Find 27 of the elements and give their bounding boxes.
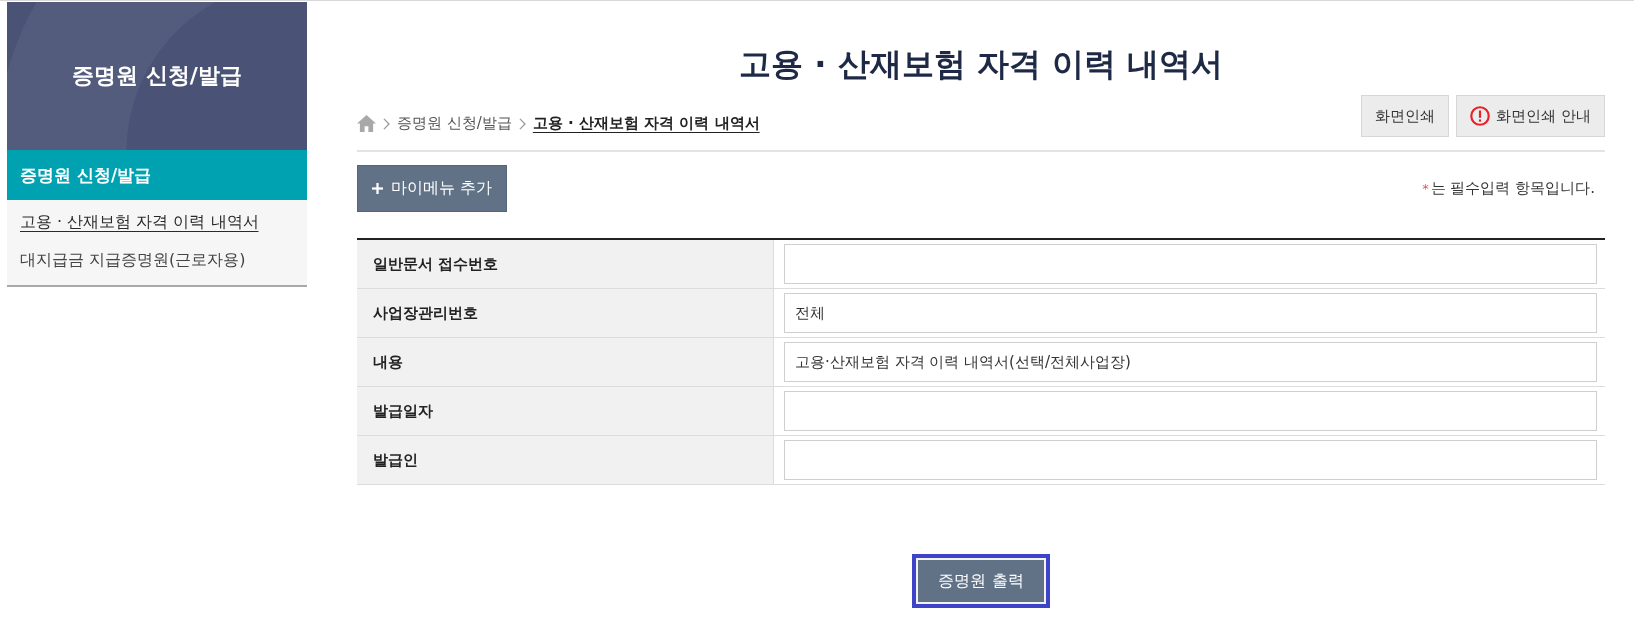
alert-icon: [1470, 106, 1491, 126]
sidebar-item[interactable]: 대지급금 지급증명원(근로자용): [20, 241, 246, 279]
print-button[interactable]: 화면인쇄: [1361, 95, 1450, 137]
chevron-icon: [518, 117, 526, 130]
input-field[interactable]: 고용·산재보험 자격 이력 내역서(선택/전체사업장): [784, 342, 1597, 382]
field-label: 일반문서 접수번호: [357, 239, 774, 289]
sidebar-banner-title: 증명원 신청/발급: [72, 61, 242, 90]
field-label: 사업장관리번호: [357, 288, 774, 338]
add-my-menu-button[interactable]: 마이메뉴 추가: [357, 165, 508, 212]
field-label: 발급일자: [357, 386, 774, 436]
input-field[interactable]: [784, 440, 1597, 480]
chevron-icon: [383, 117, 390, 130]
breadcrumb-link[interactable]: 고용 · 산재보험 자격 이력 내역서: [532, 114, 760, 133]
print-certificate-button[interactable]: 증명원 출력: [912, 554, 1050, 608]
home-icon[interactable]: [357, 115, 376, 132]
required-note: 는 필수입력 항목입니다.: [1430, 179, 1595, 198]
required-mark: *: [1422, 181, 1429, 196]
input-field[interactable]: [784, 391, 1597, 431]
page-title: 고용 · 산재보험 자격 이력 내역서: [739, 44, 1223, 85]
sidebar-item[interactable]: 고용 · 산재보험 자격 이력 내역서: [20, 203, 259, 241]
field-label: 발급인: [357, 435, 774, 485]
input-field[interactable]: [784, 244, 1597, 284]
input-field[interactable]: 전체: [784, 293, 1597, 333]
print-guide-button[interactable]: 화면인쇄 안내: [1456, 95, 1605, 137]
plus-icon: [372, 183, 383, 194]
breadcrumb-link[interactable]: 증명원 신청/발급: [397, 114, 512, 133]
field-label: 내용: [357, 337, 774, 387]
